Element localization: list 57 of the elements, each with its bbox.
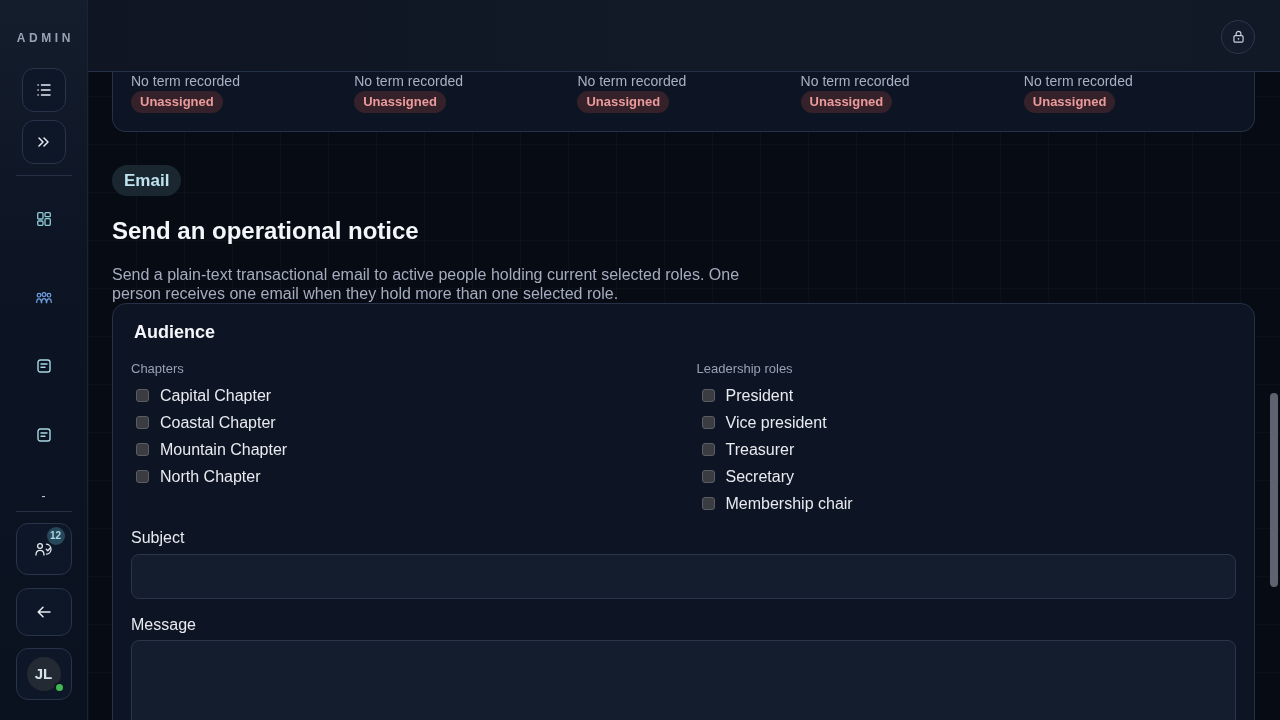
group-label: Chapters — [131, 361, 184, 377]
checkbox[interactable] — [701, 389, 715, 402]
lock-button[interactable] — [1221, 19, 1255, 54]
checkbox-label[interactable]: President — [725, 386, 794, 405]
field-label: Message — [131, 616, 196, 634]
term-text: No term recorded — [1023, 73, 1133, 89]
checkbox[interactable] — [136, 389, 149, 402]
list-button[interactable] — [21, 68, 66, 112]
note-icon[interactable] — [36, 428, 51, 442]
back-button[interactable] — [15, 588, 72, 636]
section-description: Send a plain-text transactional email to active people holding current selected roles. One person receives one email when they hold more than one selected role. — [112, 265, 741, 303]
count-badge: 12 — [46, 527, 65, 545]
term-text: No term recorded — [354, 73, 464, 89]
members-button[interactable]: 12 — [15, 523, 72, 575]
checkbox-label[interactable]: Mountain Chapter — [160, 440, 288, 459]
checkbox-label[interactable]: North Chapter — [160, 467, 261, 486]
checkbox[interactable] — [701, 443, 715, 456]
avatar: JL — [26, 657, 61, 691]
arrow-left-icon — [36, 606, 51, 618]
grid-icon[interactable] — [36, 212, 51, 226]
term-text: No term recorded — [800, 73, 910, 89]
brand-text: ADMIN — [15, 31, 74, 45]
checkbox-label[interactable]: Membership chair — [725, 494, 853, 513]
list-icon — [36, 84, 51, 96]
section-heading: Send an operational notice — [112, 216, 419, 246]
status-badge: Unassigned — [131, 91, 223, 113]
status-badge: Unassigned — [800, 91, 893, 113]
field-label: Subject — [131, 529, 185, 547]
status-badge: Unassigned — [577, 91, 670, 113]
status-badge: Unassigned — [354, 91, 446, 113]
status-badge: Unassigned — [1023, 91, 1116, 113]
checkbox[interactable] — [701, 497, 715, 510]
dash-text: - — [41, 490, 46, 502]
person-check-icon — [34, 542, 53, 556]
checkbox[interactable] — [136, 416, 149, 429]
people-icon[interactable] — [35, 292, 52, 304]
checkbox[interactable] — [701, 416, 715, 429]
scrollbar[interactable] — [1270, 393, 1278, 587]
checkbox-label[interactable]: Vice president — [725, 413, 827, 432]
term-text: No term recorded — [131, 73, 240, 89]
profile-button[interactable]: JL — [15, 648, 72, 700]
checkbox[interactable] — [136, 470, 149, 483]
checkbox[interactable] — [136, 443, 149, 456]
checkbox-label[interactable]: Coastal Chapter — [160, 413, 276, 432]
card-heading: Audience — [134, 322, 216, 342]
input-field[interactable] — [131, 554, 1236, 599]
checkbox-label[interactable]: Treasurer — [725, 440, 795, 459]
term-text: No term recorded — [577, 73, 687, 89]
expand-button[interactable] — [21, 120, 66, 164]
double-chevron-icon — [38, 137, 49, 147]
group-label: Leadership roles — [696, 361, 793, 377]
checkbox[interactable] — [701, 470, 715, 483]
checkbox-label[interactable]: Secretary — [725, 467, 794, 486]
section-tag: Email — [112, 165, 182, 196]
lock-icon — [1232, 30, 1244, 43]
checkbox-label[interactable]: Capital Chapter — [160, 386, 272, 405]
note-icon[interactable] — [36, 359, 51, 373]
